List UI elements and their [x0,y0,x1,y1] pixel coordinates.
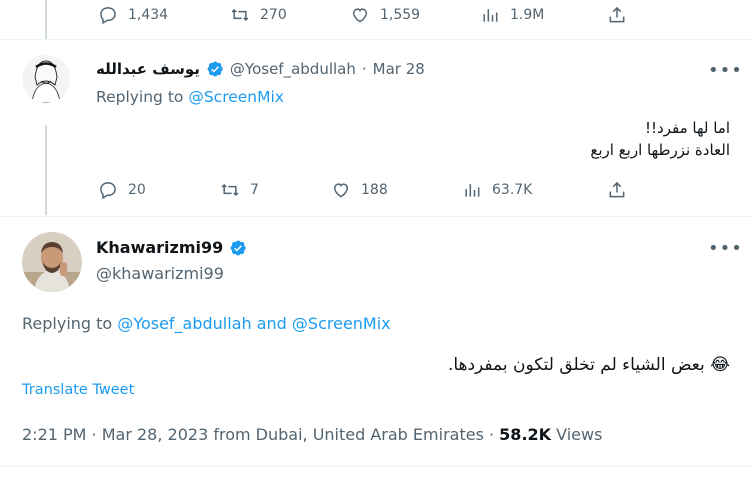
like-count: 1,559 [380,7,421,23]
verified-icon [206,60,224,78]
replying-to: Replying to @Yosef_abdullah and @ScreenM… [22,314,391,333]
avatar-photo-icon [22,232,82,292]
display-name[interactable]: Khawarizmi99 [96,238,223,257]
more-button[interactable]: ••• [708,240,743,258]
views-count: 58.2K [499,425,552,444]
share-button[interactable] [607,180,627,200]
reply1-text-line1: اما لها مفرد!! [645,119,730,137]
like-icon [331,180,351,200]
reply1-header: يوسف عبدالله @Yosef_abdullah · Mar 28 [96,60,425,78]
dot-separator: · [361,60,367,78]
more-icon: ••• [708,238,743,259]
more-icon: ••• [708,60,743,81]
retweet-count: 270 [260,7,287,23]
timestamp[interactable]: 2:21 PM · Mar 28, 2023 from Dubai, Unite… [22,425,494,444]
like-icon [350,5,370,25]
replying-to-link[interactable]: @ScreenMix [188,88,284,106]
like-count: 188 [361,182,388,198]
replying-prefix: Replying to [22,314,113,333]
display-name[interactable]: يوسف عبدالله [96,60,200,78]
avatar-yosef[interactable] [22,55,70,103]
tweet-meta: 2:21 PM · Mar 28, 2023 from Dubai, Unite… [22,425,602,444]
reply-count: 1,434 [128,7,169,23]
reply1-text-line2: العادة نزرطها اربع اربع [590,141,730,159]
separator [0,466,752,467]
top-tweet-actions: 1,434 270 1,559 1.9M [0,0,752,32]
more-button[interactable]: ••• [708,62,743,80]
views-button[interactable]: 1.9M [480,5,544,25]
handle[interactable]: @khawarizmi99 [96,264,224,283]
separator [0,39,752,40]
separator [0,216,752,217]
views-count: 1.9M [510,7,545,23]
reply-button[interactable]: 20 [98,180,146,200]
avatar-khawarizmi[interactable] [22,232,82,292]
views-count: 63.7K [492,182,533,198]
main-tweet-body: بعض الشياء لم تخلق لتكون بمفردها. [447,355,705,375]
share-icon [607,5,627,25]
replying-to: Replying to @ScreenMix [96,88,284,106]
main-tweet-header: Khawarizmi99 [96,238,247,257]
translate-tweet-link[interactable]: Translate Tweet [22,382,134,398]
main-tweet-text: 😂 بعض الشياء لم تخلق لتكون بمفردها. [448,353,730,377]
replying-to-link[interactable]: @Yosef_abdullah and @ScreenMix [117,314,390,333]
views-label: Views [556,425,603,444]
retweet-button[interactable]: 7 [220,180,259,200]
replying-prefix: Replying to [96,88,184,106]
reply-button[interactable]: 1,434 [98,5,168,25]
date[interactable]: Mar 28 [373,60,425,78]
views-button[interactable]: 63.7K [462,180,532,200]
share-button[interactable] [607,5,627,25]
laughing-emoji: 😂 [710,355,730,375]
reply-icon [98,180,118,200]
handle[interactable]: @Yosef_abdullah [230,60,356,78]
verified-icon [229,239,247,257]
views-icon [462,180,482,200]
retweet-button[interactable]: 270 [230,5,287,25]
like-button[interactable]: 1,559 [350,5,420,25]
reply1-actions: 20 7 188 63.7K [0,175,752,207]
share-icon [607,180,627,200]
reply-count: 20 [128,182,146,198]
avatar-sketch-icon [22,55,70,103]
reply-icon [98,5,118,25]
retweet-icon [230,5,250,25]
like-button[interactable]: 188 [331,180,388,200]
retweet-icon [220,180,240,200]
views-icon [480,5,500,25]
retweet-count: 7 [250,182,259,198]
